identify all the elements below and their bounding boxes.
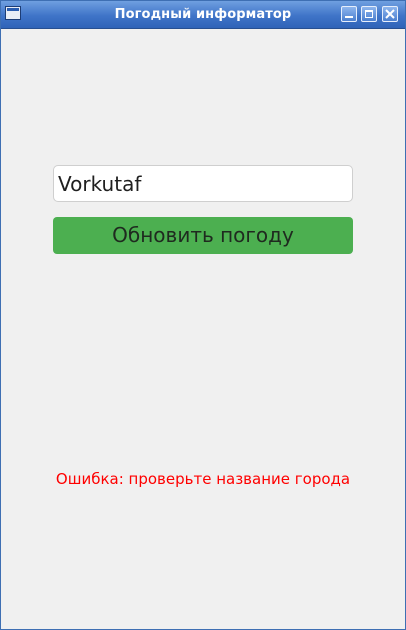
refresh-weather-button[interactable]: Обновить погоду [53, 217, 353, 254]
close-button[interactable] [382, 6, 398, 22]
titlebar[interactable]: Погодный информатор [1, 1, 405, 29]
close-icon [385, 9, 395, 19]
minimize-button[interactable] [341, 6, 357, 22]
city-input[interactable] [53, 165, 353, 202]
maximize-button[interactable] [361, 6, 377, 22]
error-message: Ошибка: проверьте название города [55, 470, 351, 488]
app-window: Погодный информатор Обновить погоду Ошиб… [0, 0, 406, 630]
